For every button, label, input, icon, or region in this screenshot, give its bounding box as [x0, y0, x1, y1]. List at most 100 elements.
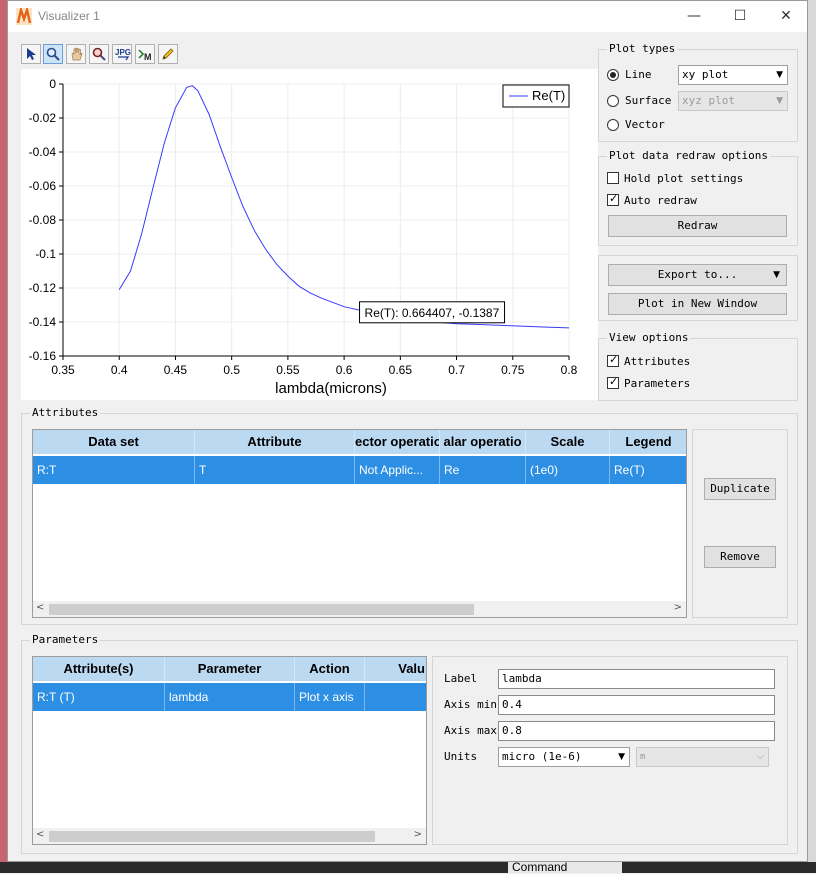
magnifier-icon: [46, 47, 60, 61]
desktop-background-bottom: [0, 862, 816, 873]
y-tick-label: -0.12: [29, 281, 57, 295]
data-marker-tool-button[interactable]: M: [135, 44, 155, 64]
command-tab[interactable]: Command: [508, 861, 622, 873]
table-cell: T: [195, 456, 355, 484]
chevron-down-icon: ▼: [773, 270, 780, 280]
column-header[interactable]: Action: [295, 657, 365, 681]
table-cell: lambda: [165, 683, 295, 711]
units-label: Units: [444, 750, 478, 763]
y-tick-label: -0.14: [29, 315, 57, 329]
xy-plot-select-value: xy plot: [682, 68, 729, 81]
x-axis-label: lambda(microns): [275, 380, 387, 397]
close-button[interactable]: ✕: [763, 1, 809, 32]
x-tick-label: 0.4: [111, 363, 128, 377]
axis-max-label: Axis max: [444, 724, 497, 737]
zoom-region-icon: [92, 47, 106, 61]
attributes-checkbox-label: Attributes: [624, 355, 691, 368]
chevron-left-icon[interactable]: <: [36, 602, 44, 613]
pointer-tool-button[interactable]: [21, 44, 41, 64]
chevron-right-icon[interactable]: >: [414, 829, 422, 840]
y-tick-label: -0.06: [29, 179, 57, 193]
minimize-button[interactable]: —: [671, 1, 717, 32]
line-radio[interactable]: [607, 69, 619, 81]
column-header[interactable]: alar operatio: [440, 430, 526, 454]
auto-redraw-label: Auto redraw: [624, 194, 697, 207]
chevron-down-icon: ⌵: [756, 751, 764, 762]
zoom-tool-button[interactable]: [43, 44, 63, 64]
table-row[interactable]: R:T T Not Applic... Re (1e0) Re(T): [33, 456, 686, 484]
scrollbar-thumb[interactable]: [49, 604, 474, 615]
column-header[interactable]: Valu: [365, 657, 426, 681]
pan-tool-button[interactable]: [66, 44, 86, 64]
export-to-button[interactable]: Export to... ▼: [608, 264, 787, 286]
xy-plot-select[interactable]: xy plot ▼: [678, 65, 788, 85]
checkmark-icon: ✓: [609, 353, 619, 366]
zoom-region-tool-button[interactable]: [89, 44, 109, 64]
export-jpg-tool-button[interactable]: JPG: [112, 44, 132, 64]
pointer-icon: [27, 48, 36, 60]
chevron-down-icon: ▼: [776, 96, 783, 106]
jpg-icon: JPG: [115, 48, 131, 61]
parameters-title: Parameters: [30, 633, 101, 646]
maximize-button[interactable]: ☐: [717, 1, 763, 32]
plot-types-title: Plot types: [607, 42, 678, 55]
chevron-left-icon[interactable]: <: [36, 829, 44, 840]
axis-min-label: Axis min: [444, 698, 497, 711]
column-header[interactable]: Parameter: [165, 657, 295, 681]
table-cell: R:T: [33, 456, 195, 484]
redraw-button[interactable]: Redraw: [608, 215, 787, 237]
vector-radio[interactable]: [607, 119, 619, 131]
y-tick-label: 0: [49, 77, 56, 91]
hold-plot-checkbox[interactable]: [607, 172, 619, 184]
surface-label: Surface: [625, 94, 672, 107]
title-bar[interactable]: Visualizer 1 — ☐ ✕: [8, 1, 807, 32]
xyz-plot-select: xyz plot ▼: [678, 91, 788, 111]
table-row[interactable]: R:T (T) lambda Plot x axis: [33, 683, 426, 711]
parameters-table[interactable]: Attribute(s) Parameter Action Valu R:T (…: [32, 656, 427, 845]
units-select[interactable]: micro (1e-6) ▼: [498, 747, 630, 767]
line-chart[interactable]: 0.35 0.4 0.45 0.5 0.55 0.6 0.65 0.7 0.75 0.8 0 -0.0…: [21, 69, 598, 400]
x-tick-label: 0.5: [223, 363, 240, 377]
view-options-title: View options: [607, 331, 691, 344]
attributes-table-header: Data set Attribute ector operatio alar o…: [33, 430, 686, 454]
y-tick-label: -0.16: [29, 349, 57, 363]
y-tick-label: -0.02: [29, 111, 57, 125]
hand-icon: [71, 47, 83, 61]
parameters-checkbox[interactable]: ✓: [607, 375, 619, 389]
attributes-table[interactable]: Data set Attribute ector operatio alar o…: [32, 429, 687, 618]
draw-tool-button[interactable]: [158, 44, 178, 64]
table-cell: [365, 683, 426, 711]
axis-max-input[interactable]: 0.8: [498, 721, 775, 741]
column-header[interactable]: ector operatio: [355, 430, 440, 454]
x-tick-label: 0.8: [561, 363, 578, 377]
vector-label: Vector: [625, 118, 665, 131]
units-base-value: m: [640, 752, 646, 762]
surface-radio[interactable]: [607, 95, 619, 107]
attributes-checkbox[interactable]: ✓: [607, 353, 619, 367]
column-header[interactable]: Data set: [33, 430, 195, 454]
parameters-table-header: Attribute(s) Parameter Action Valu: [33, 657, 426, 681]
x-tick-label: 0.45: [164, 363, 188, 377]
plot-area[interactable]: 0.35 0.4 0.45 0.5 0.55 0.6 0.65 0.7 0.75 0.8 0 -0.0…: [21, 69, 598, 400]
legend-entry: Re(T): [532, 88, 565, 103]
column-header[interactable]: Legend: [610, 430, 686, 454]
column-header[interactable]: Scale: [526, 430, 610, 454]
jpg-icon-label: JPG: [115, 48, 131, 57]
axis-min-input[interactable]: 0.4: [498, 695, 775, 715]
auto-redraw-checkbox[interactable]: ✓: [607, 192, 619, 206]
remove-button[interactable]: Remove: [704, 546, 776, 568]
duplicate-button[interactable]: Duplicate: [704, 478, 776, 500]
chevron-right-icon[interactable]: >: [674, 602, 682, 613]
column-header[interactable]: Attribute: [195, 430, 355, 454]
app-logo-icon: [16, 8, 32, 25]
chevron-down-icon: ▼: [776, 70, 783, 80]
attributes-actions-panel: [692, 429, 788, 618]
table-cell: Re: [440, 456, 526, 484]
label-input[interactable]: lambda: [498, 669, 775, 689]
attributes-title: Attributes: [30, 406, 101, 419]
scrollbar-thumb[interactable]: [49, 831, 375, 842]
attributes-horizontal-scrollbar[interactable]: < >: [33, 601, 686, 617]
column-header[interactable]: Attribute(s): [33, 657, 165, 681]
parameters-horizontal-scrollbar[interactable]: < >: [33, 828, 426, 844]
plot-new-window-button[interactable]: Plot in New Window: [608, 293, 787, 315]
